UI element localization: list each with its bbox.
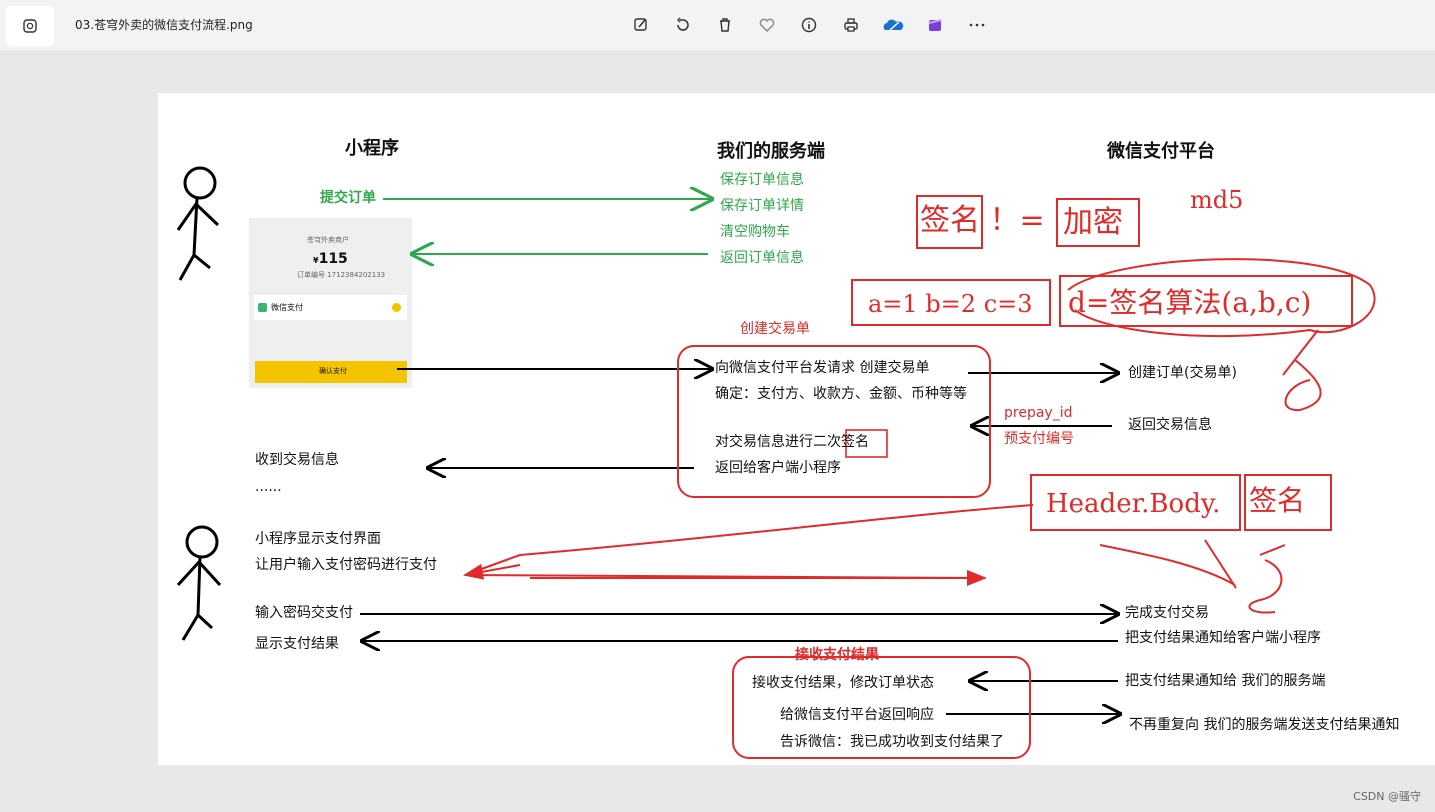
receive-trade-text: 收到交易信息 [255,452,339,468]
return-trade-text: 返回交易信息 [1128,417,1212,433]
ellipsis-text: ...... [255,479,282,495]
diagram-drawings [176,166,1376,759]
prepay-no-label: 预支付编号 [1004,431,1074,447]
box1-line-1: 向微信支付平台发请求 创建交易单 [715,360,930,376]
sign-ne-text: 签名 ！= [920,203,1045,238]
server-step-1: 保存订单信息 [720,172,804,188]
notify-server-text: 把支付结果通知给 我们的服务端 [1125,673,1326,689]
col-wechat: 微信支付平台 [1107,141,1215,162]
box2-line-2: 给微信支付平台返回响应 [780,707,934,723]
input-pay-text: 输入密码交支付 [255,605,353,621]
box2-line-1: 接收支付结果，修改订单状态 [752,675,934,691]
prepay-id-label: prepay_id [1004,405,1073,421]
box1-line-3: 对交易信息进行二次签名 [715,434,869,450]
col-server: 我们的服务端 [717,141,825,162]
show-result-text: 显示支付结果 [255,636,339,652]
user-figure-2 [176,525,222,641]
abc-text: a=1 b=2 c=3 [868,290,1033,318]
notify-client-text: 把支付结果通知给客户端小程序 [1125,630,1321,646]
col-miniprogram: 小程序 [345,138,399,159]
box2-line-3: 告诉微信：我已成功收到支付结果了 [780,734,1004,750]
watermark: CSDN @骚守 [1353,790,1421,803]
box1-line-4: 返回给客户端小程序 [715,460,841,476]
md5-text: md5 [1190,186,1244,214]
encrypt-text: 加密 [1063,205,1123,240]
submit-order-label: 提交订单 [320,190,376,206]
input-pwd-text: 让用户输入支付密码进行支付 [255,557,437,573]
create-order-text: 创建订单(交易单) [1128,365,1237,381]
sign-text: 签名 [1249,484,1306,517]
server-step-3: 清空购物车 [720,224,790,240]
box1-line-2: 确定：支付方、收款方、金额、币种等等 [715,386,967,402]
show-pay-ui-text: 小程序显示支付界面 [255,531,381,547]
complete-text: 完成支付交易 [1125,605,1209,621]
no-repeat-text: 不再重复向 我们的服务端发送支付结果通知 [1129,717,1400,733]
create-trade-label: 创建交易单 [740,321,810,337]
receive-result-label: 接收支付结果 [795,647,879,663]
d-sign-text: d=签名算法(a,b,c) [1068,286,1312,319]
hbs-text: Header.Body. [1046,489,1221,519]
user-figure-1 [176,166,220,281]
server-step-4: 返回订单信息 [720,250,804,266]
server-step-2: 保存订单详情 [720,198,804,214]
